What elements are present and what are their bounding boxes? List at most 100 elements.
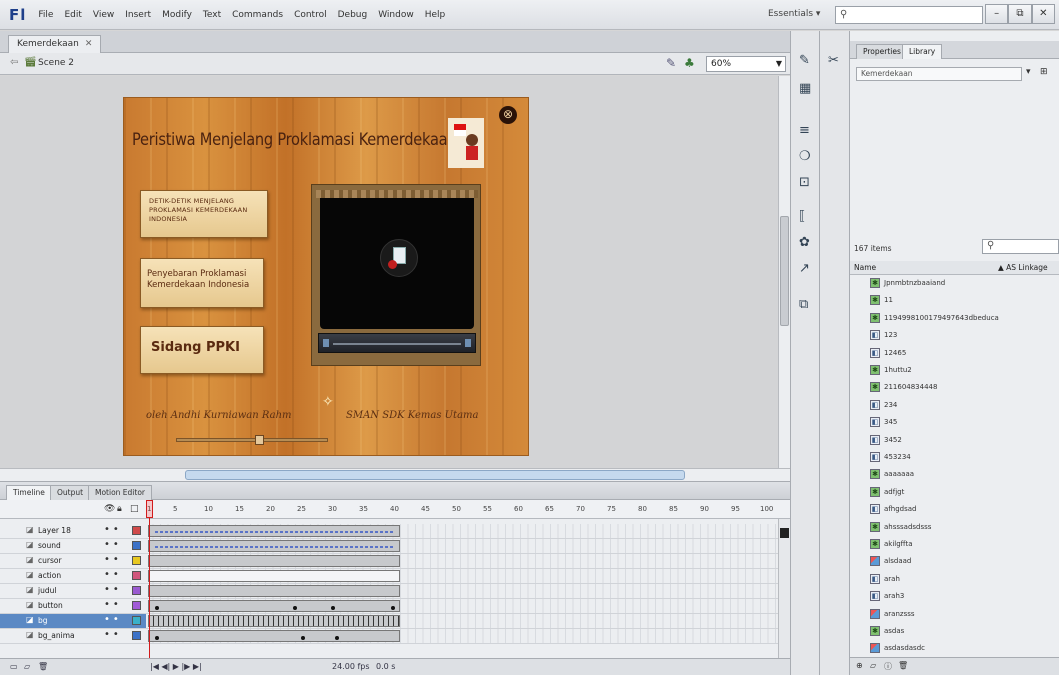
scene-breadcrumb[interactable]: Scene 2	[38, 58, 74, 68]
volume-icon[interactable]	[465, 339, 471, 347]
stage-title[interactable]: Peristiwa Menjelang Proklamasi Kemerdeka…	[132, 130, 475, 150]
column-name[interactable]: Name	[854, 263, 876, 272]
frame-span[interactable]	[148, 525, 400, 537]
layer-frames[interactable]	[146, 539, 778, 553]
library-item[interactable]: ◧ 234	[850, 397, 1059, 414]
workspace-switcher[interactable]: Essentials ▾	[768, 9, 820, 19]
frame-span[interactable]	[148, 600, 400, 612]
layer-frames[interactable]	[146, 584, 778, 598]
frame-span[interactable]	[148, 555, 400, 567]
new-folder-icon[interactable]: ▱	[24, 662, 30, 671]
layer-row[interactable]: ◪ judul ••	[0, 584, 778, 599]
frame-span[interactable]	[148, 570, 400, 582]
menu-control[interactable]: Control	[294, 10, 327, 20]
frame-span[interactable]	[148, 630, 400, 642]
code-snippets-icon[interactable]: ⟦	[799, 209, 805, 224]
layer-color-swatch[interactable]	[132, 616, 141, 625]
library-item[interactable]: ◧ arah	[850, 571, 1059, 588]
layer-color-swatch[interactable]	[132, 601, 141, 610]
layer-visibility-dots[interactable]: ••	[104, 614, 122, 625]
seek-bar[interactable]	[333, 343, 461, 345]
brush-icon[interactable]: ✎	[799, 53, 810, 68]
layer-frames[interactable]	[146, 629, 778, 643]
keyframe[interactable]	[391, 606, 395, 610]
layer-name[interactable]: action	[38, 571, 61, 580]
layer-visibility-dots[interactable]: ••	[104, 569, 122, 580]
library-item[interactable]: ✱ 11	[850, 292, 1059, 309]
menu-view[interactable]: View	[93, 10, 114, 20]
edit-scene-icon[interactable]: ♣	[684, 56, 695, 70]
help-search-input[interactable]: ⚲	[835, 6, 983, 24]
motion-presets-icon[interactable]: ↗	[799, 261, 810, 276]
library-item[interactable]: ◧ afhgdsad	[850, 501, 1059, 518]
layer-name[interactable]: button	[38, 601, 63, 610]
video-controls[interactable]	[318, 333, 476, 353]
playback-controls[interactable]: |◀ ◀| ▶ |▶ ▶|	[150, 662, 202, 671]
playhead[interactable]	[146, 500, 153, 658]
keyframe[interactable]	[155, 606, 159, 610]
layer-row[interactable]: ◪ bg_anima ••	[0, 629, 778, 644]
library-item[interactable]: ✱ akilgffta	[850, 536, 1059, 553]
video-player[interactable]	[311, 184, 481, 366]
scroll-thumb[interactable]	[185, 470, 685, 480]
library-item[interactable]: aranzsss	[850, 606, 1059, 623]
show-hide-icon[interactable]: 👁︎	[104, 504, 115, 514]
layer-color-swatch[interactable]	[132, 631, 141, 640]
library-item[interactable]: ✱ 211604834448	[850, 379, 1059, 396]
library-item[interactable]: ✱ Jpnmbtnzbaaiand	[850, 275, 1059, 292]
layer-name[interactable]: sound	[38, 541, 61, 550]
layer-row[interactable]: ◪ action ••	[0, 569, 778, 584]
pin-icon[interactable]: ▾	[1026, 67, 1031, 77]
layer-frames[interactable]	[146, 569, 778, 583]
layer-name[interactable]: Layer 18	[38, 526, 71, 535]
library-item[interactable]: ✱ asdas	[850, 623, 1059, 640]
layer-color-swatch[interactable]	[132, 541, 141, 550]
layer-color-swatch[interactable]	[132, 526, 141, 535]
layer-frames[interactable]	[146, 524, 778, 538]
stage[interactable]: Peristiwa Menjelang Proklamasi Kemerdeka…	[124, 98, 528, 455]
timeline-ruler[interactable]: 👁︎ 🔒︎ □ 1 5 10 15 20 25 30 35 40 45 50 5…	[0, 500, 790, 519]
tab-library[interactable]: Library	[902, 44, 943, 59]
scroll-thumb[interactable]	[780, 528, 789, 538]
layer-row[interactable]: ◪ sound ••	[0, 539, 778, 554]
layer-visibility-dots[interactable]: ••	[104, 539, 122, 550]
delete-icon[interactable]: 🗑︎	[898, 661, 908, 670]
new-library-icon[interactable]: ⊞	[1040, 67, 1048, 77]
components-icon[interactable]: ✿	[799, 235, 810, 250]
layer-visibility-dots[interactable]: ••	[104, 584, 122, 595]
menu-commands[interactable]: Commands	[232, 10, 283, 20]
back-arrow-icon[interactable]: ⇦	[10, 57, 18, 68]
flag-mascot-image[interactable]	[446, 110, 486, 170]
layer-row[interactable]: ◪ Layer 18 ••	[0, 524, 778, 539]
new-symbol-icon[interactable]: ⊕	[856, 661, 863, 670]
library-item[interactable]: ◧ arah3	[850, 588, 1059, 605]
layer-row[interactable]: ◪ button ••	[0, 599, 778, 614]
detik-detik-button[interactable]: DETIK-DETIK MENJELANG PROKLAMASI KEMERDE…	[140, 190, 268, 238]
timeline-scrollbar[interactable]	[778, 519, 790, 658]
menu-edit[interactable]: Edit	[64, 10, 81, 20]
close-window-button[interactable]: ✕	[1031, 4, 1055, 24]
layer-color-swatch[interactable]	[132, 556, 141, 565]
library-item[interactable]: ✱ 1huttu2	[850, 362, 1059, 379]
library-item[interactable]: ◧ 345	[850, 414, 1059, 431]
keyframe[interactable]	[331, 606, 335, 610]
info-icon[interactable]: ❍	[799, 149, 811, 164]
library-item[interactable]: ◧ 3452	[850, 432, 1059, 449]
library-item[interactable]: ✱ aaaaaaa	[850, 466, 1059, 483]
minimize-button[interactable]: –	[985, 4, 1009, 24]
frame-span[interactable]	[148, 585, 400, 597]
menu-modify[interactable]: Modify	[162, 10, 192, 20]
tab-timeline[interactable]: Timeline	[6, 485, 52, 500]
new-folder-icon[interactable]: ▱	[870, 661, 876, 670]
menu-window[interactable]: Window	[378, 10, 414, 20]
lock-icon[interactable]: 🔒︎	[117, 504, 122, 514]
menu-file[interactable]: File	[38, 10, 53, 20]
library-search-input[interactable]: ⚲	[982, 239, 1059, 254]
menu-help[interactable]: Help	[425, 10, 446, 20]
layer-name[interactable]: cursor	[38, 556, 62, 565]
library-item[interactable]: asdasdasdc	[850, 640, 1059, 657]
library-item[interactable]: ◧ 123	[850, 327, 1059, 344]
layer-frames[interactable]	[146, 599, 778, 613]
tools-icon[interactable]: ✂	[828, 53, 839, 68]
layer-name[interactable]: bg	[38, 616, 48, 625]
